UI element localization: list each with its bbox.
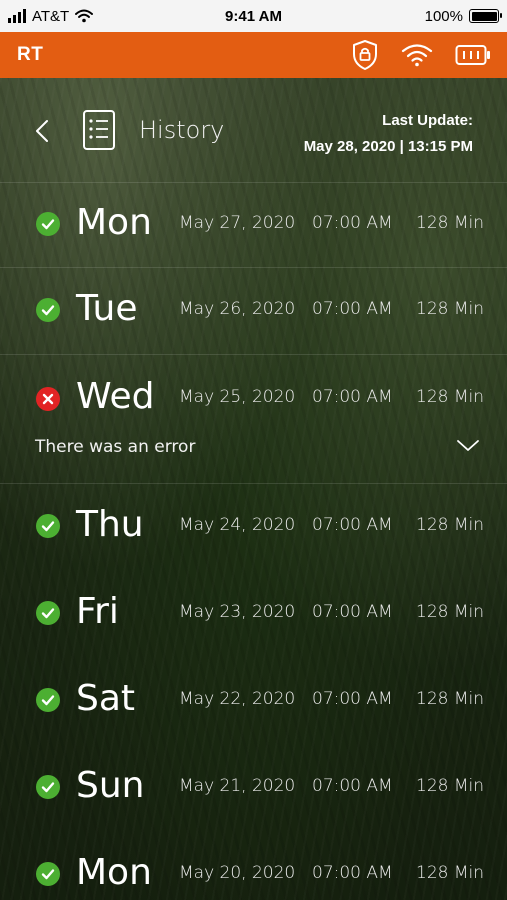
carrier-label: AT&T bbox=[32, 7, 70, 25]
row-day: Mon bbox=[76, 202, 152, 243]
row-day: Sat bbox=[76, 678, 136, 719]
history-row[interactable]: Thu May 24, 2020 07:00 AM 128 Min bbox=[0, 483, 507, 570]
wifi-status-icon bbox=[75, 9, 94, 23]
row-time: 07:00 AM bbox=[312, 602, 393, 622]
error-circle-icon bbox=[36, 387, 60, 411]
row-duration: 128 Min bbox=[416, 689, 485, 709]
check-circle-icon bbox=[36, 212, 60, 236]
last-update: Last Update: May 28, 2020 | 13:15 PM bbox=[304, 108, 473, 160]
row-day: Tue bbox=[76, 288, 138, 329]
row-duration: 128 Min bbox=[416, 515, 485, 535]
row-duration: 128 Min bbox=[416, 602, 485, 622]
lock-shield-icon[interactable] bbox=[351, 39, 379, 71]
signal-icon bbox=[8, 9, 26, 23]
last-update-label: Last Update: bbox=[382, 112, 473, 129]
row-duration: 128 Min bbox=[416, 387, 485, 407]
row-date: May 27, 2020 bbox=[179, 213, 296, 233]
row-duration: 128 Min bbox=[416, 776, 485, 796]
status-right: 100% bbox=[424, 7, 502, 25]
row-date: May 24, 2020 bbox=[179, 515, 296, 535]
history-row-error[interactable]: Wed May 25, 2020 07:00 AM 128 Min bbox=[0, 355, 507, 442]
row-time: 07:00 AM bbox=[312, 689, 393, 709]
row-duration: 128 Min bbox=[416, 299, 485, 319]
row-time: 07:00 AM bbox=[312, 863, 393, 883]
history-header: History Last Update: May 28, 2020 | 13:1… bbox=[0, 78, 507, 182]
row-time: 07:00 AM bbox=[312, 213, 393, 233]
chevron-down-icon bbox=[457, 440, 479, 451]
check-circle-icon bbox=[36, 514, 60, 538]
history-row[interactable]: Mon May 20, 2020 07:00 AM 128 Min bbox=[0, 812, 507, 899]
row-day: Wed bbox=[76, 376, 155, 417]
expand-button[interactable] bbox=[456, 437, 480, 457]
status-bar: AT&T 9:41 AM 100% bbox=[0, 0, 507, 32]
row-day: Mon bbox=[76, 852, 152, 893]
wifi-icon[interactable] bbox=[401, 43, 433, 67]
row-duration: 128 Min bbox=[416, 863, 485, 883]
last-update-value: May 28, 2020 | 13:15 PM bbox=[303, 138, 473, 155]
app-bar-icons bbox=[351, 39, 491, 71]
row-time: 07:00 AM bbox=[312, 387, 393, 407]
history-row[interactable]: Mon May 27, 2020 07:00 AM 128 Min bbox=[0, 182, 507, 269]
battery-icon[interactable] bbox=[455, 44, 491, 66]
history-row[interactable]: Fri May 23, 2020 07:00 AM 128 Min bbox=[0, 570, 507, 657]
page-title: History bbox=[139, 116, 225, 144]
check-circle-icon bbox=[36, 688, 60, 712]
history-row[interactable]: Sat May 22, 2020 07:00 AM 128 Min bbox=[0, 657, 507, 744]
check-circle-icon bbox=[36, 601, 60, 625]
battery-percent: 100% bbox=[424, 7, 463, 25]
back-button[interactable] bbox=[30, 116, 54, 146]
row-duration: 128 Min bbox=[416, 213, 485, 233]
error-message: There was an error bbox=[35, 437, 196, 457]
row-date: May 22, 2020 bbox=[179, 689, 296, 709]
row-day: Thu bbox=[76, 504, 144, 545]
row-date: May 20, 2020 bbox=[179, 863, 296, 883]
app-title: RT bbox=[17, 44, 44, 65]
app-bar: RT bbox=[0, 32, 507, 78]
check-circle-icon bbox=[36, 775, 60, 799]
row-date: May 23, 2020 bbox=[179, 602, 296, 622]
status-left: AT&T bbox=[8, 7, 94, 25]
check-circle-icon bbox=[36, 862, 60, 886]
row-time: 07:00 AM bbox=[312, 776, 393, 796]
row-day: Fri bbox=[76, 591, 119, 632]
row-date: May 26, 2020 bbox=[179, 299, 296, 319]
row-time: 07:00 AM bbox=[312, 515, 393, 535]
check-circle-icon bbox=[36, 298, 60, 322]
row-date: May 21, 2020 bbox=[179, 776, 296, 796]
row-time: 07:00 AM bbox=[312, 299, 393, 319]
chevron-left-icon bbox=[36, 120, 48, 142]
history-row[interactable]: Tue May 26, 2020 07:00 AM 128 Min bbox=[0, 268, 507, 355]
row-day: Sun bbox=[76, 765, 145, 806]
battery-status-icon bbox=[469, 9, 502, 23]
row-date: May 25, 2020 bbox=[179, 387, 296, 407]
list-document-icon bbox=[83, 110, 115, 150]
